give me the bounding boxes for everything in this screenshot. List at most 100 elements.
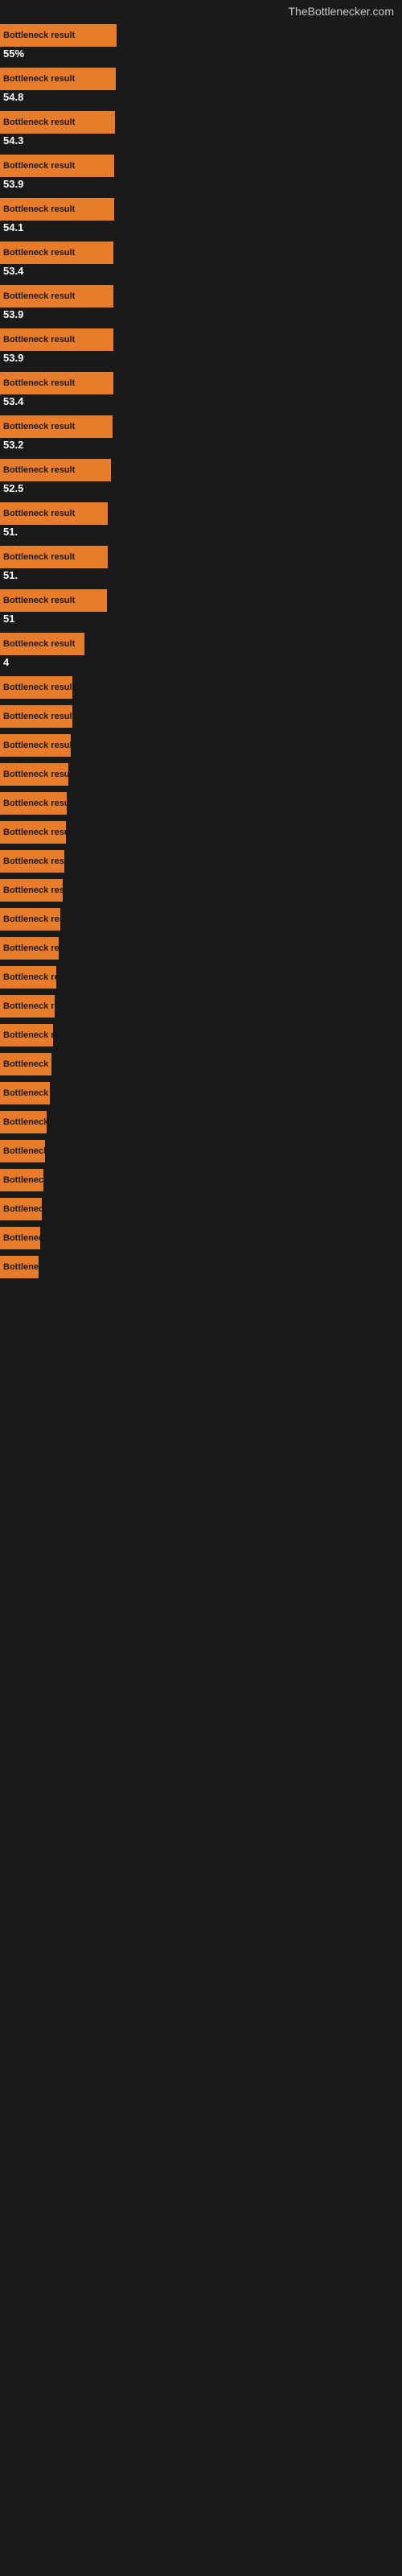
bar-28: Bottleneck result <box>0 1053 51 1075</box>
bar-value-2: 54.3 <box>3 134 23 147</box>
bar-value-1: 54.8 <box>3 91 23 103</box>
bar-label-16: Bottleneck result <box>3 712 75 721</box>
bar-label-34: Bottleneck re <box>3 1233 59 1243</box>
bar-7: Bottleneck result <box>0 328 113 351</box>
bar-row-29: Bottleneck resu <box>0 1079 402 1108</box>
bar-label-22: Bottleneck result <box>3 886 75 895</box>
bar-29: Bottleneck resu <box>0 1082 50 1104</box>
bar-row-25: Bottleneck result <box>0 963 402 992</box>
bar-row-1: Bottleneck result 54.8 <box>0 64 402 108</box>
bar-label-7: Bottleneck result <box>3 335 75 345</box>
bar-18: Bottleneck result <box>0 763 68 786</box>
bar-35: Bottleneck re <box>0 1256 39 1278</box>
bar-row-33: Bottleneck re <box>0 1195 402 1224</box>
bar-value-3: 53.9 <box>3 178 23 190</box>
bar-label-4: Bottleneck result <box>3 204 75 214</box>
bar-row-18: Bottleneck result <box>0 760 402 789</box>
bar-row-35: Bottleneck re <box>0 1253 402 1282</box>
bar-label-24: Bottleneck result <box>3 943 75 953</box>
site-title: TheBottlenecker.com <box>0 0 402 21</box>
bar-row-21: Bottleneck result <box>0 847 402 876</box>
bar-value-4: 54.1 <box>3 221 23 233</box>
bar-row-15: Bottleneck result <box>0 673 402 702</box>
bar-row-28: Bottleneck result <box>0 1050 402 1079</box>
bar-label-1: Bottleneck result <box>3 74 75 84</box>
bar-label-20: Bottleneck result <box>3 828 75 837</box>
bar-row-24: Bottleneck result <box>0 934 402 963</box>
bar-label-33: Bottleneck re <box>3 1204 59 1214</box>
bar-33: Bottleneck re <box>0 1198 42 1220</box>
bar-value-10: 52.5 <box>3 482 23 494</box>
bar-5: Bottleneck result <box>0 242 113 264</box>
bar-value-14: 4 <box>3 656 9 668</box>
bar-22: Bottleneck result <box>0 879 63 902</box>
bar-row-17: Bottleneck result <box>0 731 402 760</box>
bar-row-7: Bottleneck result 53.9 <box>0 325 402 369</box>
bar-row-23: Bottleneck result <box>0 905 402 934</box>
bar-26: Bottleneck resu <box>0 995 55 1018</box>
bar-row-16: Bottleneck result <box>0 702 402 731</box>
bar-label-27: Bottleneck result <box>3 1030 75 1040</box>
bar-label-5: Bottleneck result <box>3 248 75 258</box>
bar-21: Bottleneck result <box>0 850 64 873</box>
bar-value-5: 53.4 <box>3 265 23 277</box>
bar-25: Bottleneck result <box>0 966 56 989</box>
bar-6: Bottleneck result <box>0 285 113 308</box>
bar-9: Bottleneck result <box>0 415 113 438</box>
bar-row-13: Bottleneck result51 <box>0 586 402 630</box>
bar-label-30: Bottleneck re <box>3 1117 59 1127</box>
bar-4: Bottleneck result <box>0 198 114 221</box>
bar-31: Bottleneck re <box>0 1140 45 1162</box>
bar-row-12: Bottleneck result 51. <box>0 543 402 586</box>
bar-row-30: Bottleneck re <box>0 1108 402 1137</box>
bar-label-13: Bottleneck result <box>3 596 75 605</box>
bar-label-29: Bottleneck resu <box>3 1088 70 1098</box>
bar-row-2: Bottleneck result 54.3 <box>0 108 402 151</box>
bar-label-10: Bottleneck result <box>3 465 75 475</box>
bar-label-17: Bottleneck result <box>3 741 75 750</box>
bar-value-9: 53.2 <box>3 439 23 451</box>
bars-container: Bottleneck result 55% Bottleneck result 54.… <box>0 21 402 1282</box>
bar-label-14: Bottleneck result <box>3 639 75 649</box>
bar-row-3: Bottleneck result53.9 <box>0 151 402 195</box>
bar-24: Bottleneck result <box>0 937 59 960</box>
bar-row-19: Bottleneck result <box>0 789 402 818</box>
bar-row-9: Bottleneck result 53.2 <box>0 412 402 456</box>
bar-32: Bottleneck re <box>0 1169 43 1191</box>
bar-label-23: Bottleneck result <box>3 914 75 924</box>
bar-row-27: Bottleneck result <box>0 1021 402 1050</box>
bar-label-9: Bottleneck result <box>3 422 75 431</box>
bar-14: Bottleneck result <box>0 633 84 655</box>
bar-value-8: 53.4 <box>3 395 23 407</box>
bar-label-25: Bottleneck result <box>3 972 75 982</box>
bar-value-7: 53.9 <box>3 352 23 364</box>
bar-value-0: 55% <box>3 47 24 60</box>
bar-label-31: Bottleneck re <box>3 1146 59 1156</box>
bar-label-28: Bottleneck result <box>3 1059 75 1069</box>
bar-label-2: Bottleneck result <box>3 118 75 127</box>
bar-12: Bottleneck result <box>0 546 108 568</box>
bar-19: Bottleneck result <box>0 792 67 815</box>
bar-row-22: Bottleneck result <box>0 876 402 905</box>
bar-label-26: Bottleneck resu <box>3 1001 70 1011</box>
bar-value-12: 51. <box>3 569 18 581</box>
bar-11: Bottleneck result <box>0 502 108 525</box>
bar-17: Bottleneck result <box>0 734 71 757</box>
bar-1: Bottleneck result <box>0 68 116 90</box>
bar-value-6: 53.9 <box>3 308 23 320</box>
bar-label-8: Bottleneck result <box>3 378 75 388</box>
bar-2: Bottleneck result <box>0 111 115 134</box>
bar-label-19: Bottleneck result <box>3 799 75 808</box>
bar-label-0: Bottleneck result <box>3 31 75 40</box>
bar-row-10: Bottleneck result 52.5 <box>0 456 402 499</box>
bar-row-32: Bottleneck re <box>0 1166 402 1195</box>
bar-row-31: Bottleneck re <box>0 1137 402 1166</box>
bar-label-11: Bottleneck result <box>3 509 75 518</box>
bar-label-12: Bottleneck result <box>3 552 75 562</box>
bar-label-21: Bottleneck result <box>3 857 75 866</box>
bar-10: Bottleneck result <box>0 459 111 481</box>
bar-row-4: Bottleneck result 54.1 <box>0 195 402 238</box>
bar-34: Bottleneck re <box>0 1227 40 1249</box>
bar-row-6: Bottleneck result53.9 <box>0 282 402 325</box>
bar-row-8: Bottleneck result 53.4 <box>0 369 402 412</box>
